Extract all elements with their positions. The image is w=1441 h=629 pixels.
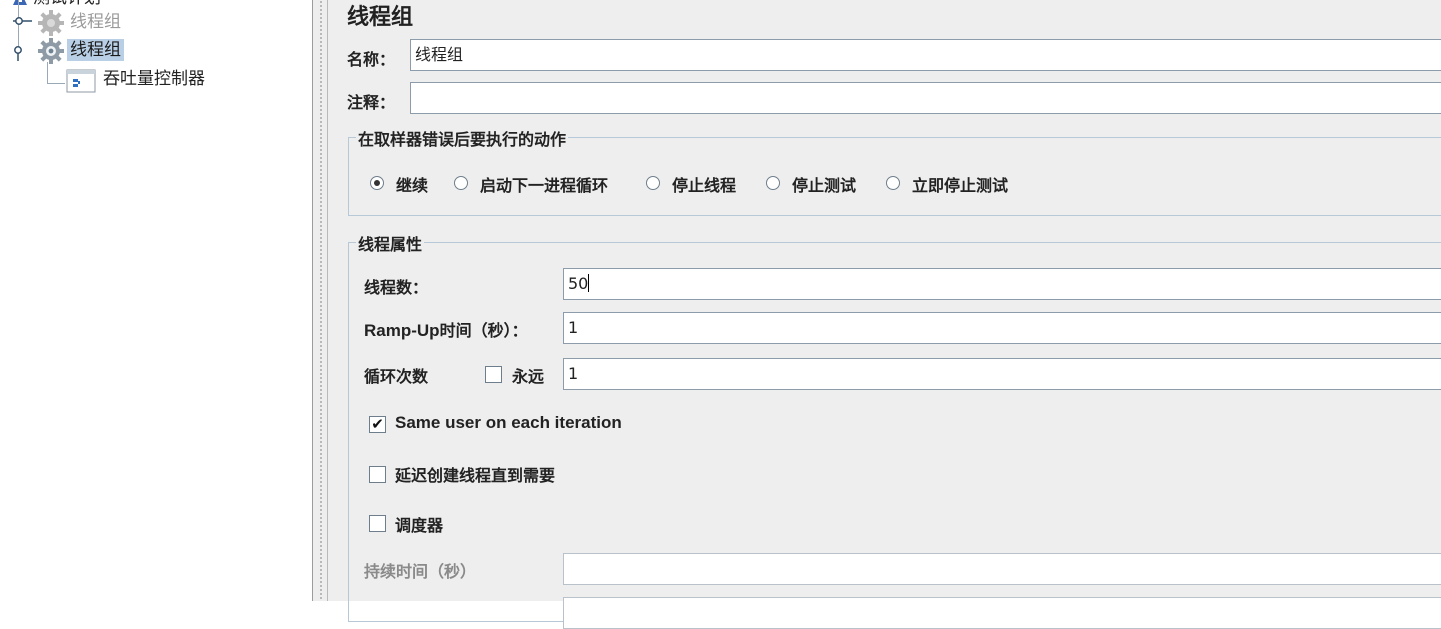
threads-value: 50 [568,274,589,293]
gear-icon [38,38,64,64]
radio-continue[interactable] [370,176,384,190]
delay-thread-creation-checkbox[interactable] [369,466,386,483]
thread-group-panel: 线程组 名称： 线程组 注释： 在取样器错误后要执行的动作 继续 启动下一进程循… [328,0,1441,629]
loop-count-field[interactable]: 1 [563,358,1441,390]
radio-start-next-loop[interactable] [454,176,468,190]
name-label: 名称： [347,50,396,69]
tree-label: 吞吐量控制器 [103,69,205,89]
tree-handle-icon[interactable] [12,44,24,62]
name-field[interactable]: 线程组 [410,39,1441,71]
forever-checkbox[interactable] [485,366,502,383]
same-user-checkbox[interactable]: ✔ [369,416,386,433]
tree-label: 线程组 [67,39,124,61]
radio-label-stop-test: 停止测试 [792,176,857,195]
duration-field[interactable] [563,553,1441,585]
radio-stop-thread[interactable] [646,176,660,190]
tree-line [47,62,48,84]
threads-label: 线程数： [364,278,429,297]
test-plan-icon [13,0,27,5]
delay-thread-creation-label: 延迟创建线程直到需要 [395,466,556,485]
forever-label: 永远 [512,367,545,386]
rampup-label-suffix: 时间（秒）： [439,321,528,340]
startup-delay-field[interactable] [563,597,1441,629]
tree-item-thread-group[interactable]: 线程组 [67,38,124,62]
comment-field[interactable] [410,82,1441,114]
tree-label-test-plan: 测试计划 [30,0,104,9]
tree-label: 线程组 [70,12,121,32]
rampup-label: Ramp-Up时间（秒）： [364,317,528,341]
divider-grip [319,0,323,601]
radio-label-stop-thread: 停止线程 [672,176,737,195]
threads-field[interactable]: 50 [563,268,1441,300]
radio-label-start-next-loop: 启动下一进程循环 [480,176,609,195]
radio-stop-test-now[interactable] [886,176,900,190]
tree-item-thread-group-disabled[interactable]: 线程组 [67,10,124,34]
radio-label-stop-test-now: 立即停止测试 [912,176,1009,195]
tree-line [47,83,65,84]
radio-stop-test[interactable] [766,176,780,190]
scheduler-label: 调度器 [395,516,444,535]
error-action-title: 在取样器错误后要执行的动作 [356,126,569,150]
test-plan-tree: 测试计划 线程组 线 [0,0,312,601]
tree-item-throughput-controller[interactable]: 吞吐量控制器 [100,67,208,91]
tree-handle-icon[interactable] [12,16,34,26]
duration-label: 持续时间（秒） [364,562,477,581]
gear-icon [38,10,64,36]
comment-label: 注释： [347,93,396,112]
controller-icon [66,69,96,93]
rampup-field[interactable]: 1 [563,312,1441,344]
loop-count-label: 循环次数 [364,367,429,386]
thread-properties-title: 线程属性 [356,231,425,255]
text-caret [588,274,590,292]
radio-label-continue: 继续 [396,176,429,195]
split-pane-divider[interactable] [312,0,328,601]
same-user-label: Same user on each iteration [395,413,622,432]
rampup-label-prefix: Ramp-Up [364,321,440,340]
scheduler-checkbox[interactable] [369,515,386,532]
panel-title: 线程组 [347,4,414,30]
